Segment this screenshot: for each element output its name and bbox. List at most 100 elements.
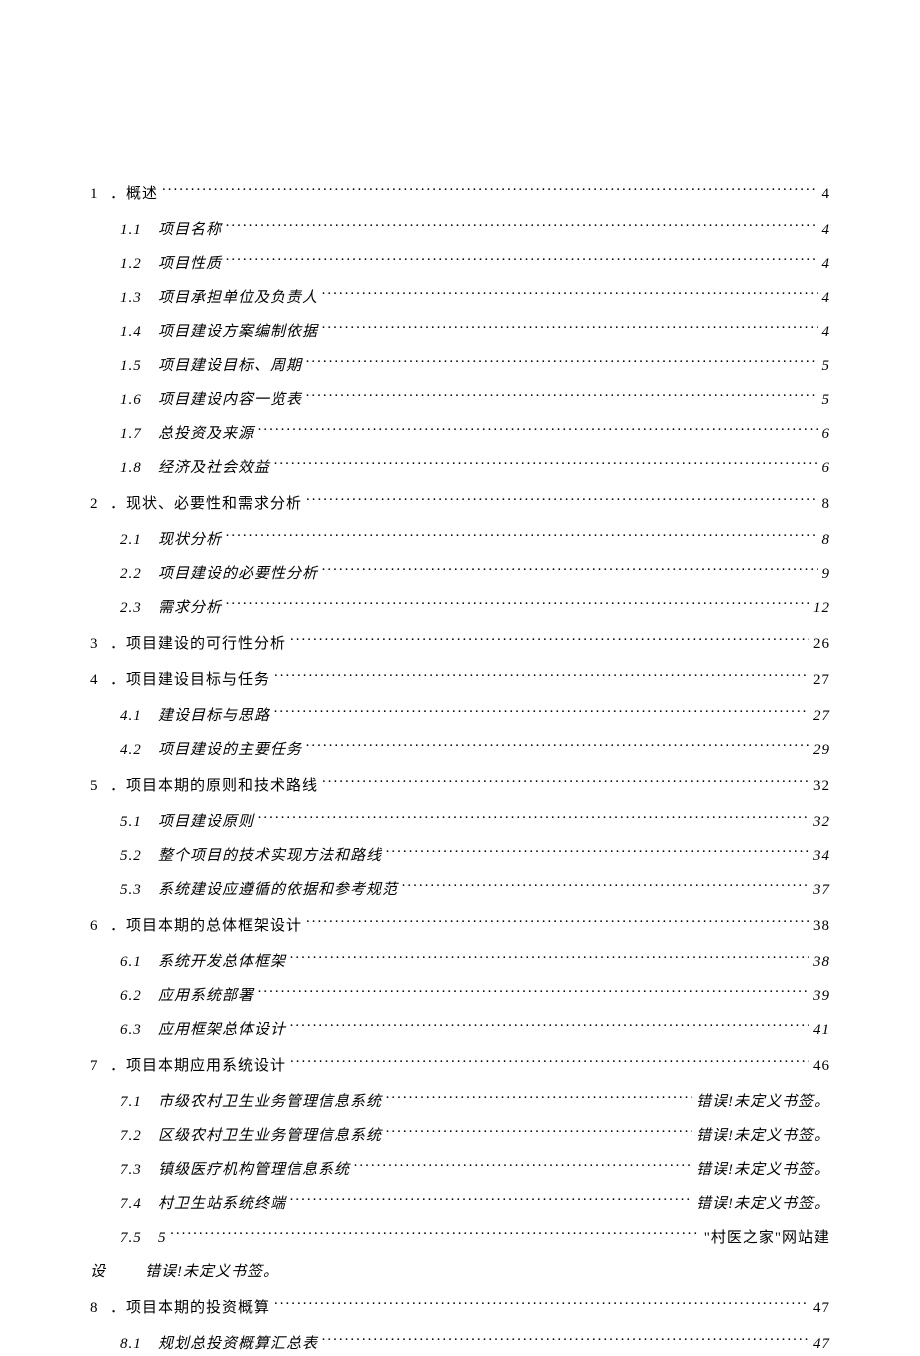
toc-leader bbox=[162, 183, 817, 198]
toc-page-error: 错误!未定义书签。 bbox=[696, 1090, 830, 1114]
toc-title: 区级农村卫生业务管理信息系统 bbox=[158, 1124, 382, 1148]
toc-title: ．项目本期的总体框架设计 bbox=[110, 914, 302, 938]
toc-title: ．项目建设的可行性分析 bbox=[110, 632, 286, 656]
toc-title: 项目性质 bbox=[158, 252, 222, 276]
toc-leader bbox=[322, 563, 817, 578]
toc-page: 4 bbox=[822, 218, 831, 242]
toc-title: 5 bbox=[158, 1226, 167, 1250]
toc-item-1-5[interactable]: 1.5 项目建设目标、周期 5 bbox=[90, 354, 830, 378]
toc-page: 37 bbox=[813, 878, 830, 902]
toc-title: 项目建设原则 bbox=[158, 810, 254, 834]
toc-num: 7.4 bbox=[120, 1192, 158, 1216]
toc-page: 46 bbox=[813, 1054, 830, 1078]
toc-leader bbox=[226, 253, 817, 268]
toc-num: 4.2 bbox=[120, 738, 158, 762]
toc-item-7-5-line1[interactable]: 7.5 5 "村医之家"网站建 bbox=[90, 1226, 830, 1250]
toc-leader bbox=[258, 423, 817, 438]
toc-item-1-7[interactable]: 1.7 总投资及来源 6 bbox=[90, 422, 830, 446]
toc-section-6[interactable]: 6 ．项目本期的总体框架设计 38 bbox=[90, 914, 830, 938]
toc-title: 项目建设内容一览表 bbox=[158, 388, 302, 412]
toc-leader bbox=[306, 915, 809, 930]
toc-item-6-2[interactable]: 6.2 应用系统部署 39 bbox=[90, 984, 830, 1008]
toc-item-6-3[interactable]: 6.3 应用框架总体设计 41 bbox=[90, 1018, 830, 1042]
toc-title: 应用框架总体设计 bbox=[158, 1018, 286, 1042]
toc-leader bbox=[306, 493, 817, 508]
toc-item-4-2[interactable]: 4.2 项目建设的主要任务 29 bbox=[90, 738, 830, 762]
toc-item-6-1[interactable]: 6.1 系统开发总体框架 38 bbox=[90, 950, 830, 974]
toc-item-1-4[interactable]: 1.4 项目建设方案编制依据 4 bbox=[90, 320, 830, 344]
toc-num: 7.5 bbox=[120, 1226, 158, 1250]
toc-num: 3 bbox=[90, 632, 110, 656]
toc-section-8[interactable]: 8 ．项目本期的投资概算 47 bbox=[90, 1296, 830, 1320]
toc-item-7-1[interactable]: 7.1 市级农村卫生业务管理信息系统 错误!未定义书签。 bbox=[90, 1090, 830, 1114]
toc-item-5-1[interactable]: 5.1 项目建设原则 32 bbox=[90, 810, 830, 834]
toc-item-7-2[interactable]: 7.2 区级农村卫生业务管理信息系统 错误!未定义书签。 bbox=[90, 1124, 830, 1148]
toc-title: 建设目标与思路 bbox=[158, 704, 270, 728]
toc-title: 项目建设方案编制依据 bbox=[158, 320, 318, 344]
table-of-contents: 1 ．概述 4 1.1 项目名称 4 1.2 项目性质 4 1.3 项目承担单位… bbox=[90, 182, 830, 1356]
toc-num: 2.2 bbox=[120, 562, 158, 586]
toc-leader bbox=[322, 321, 817, 336]
toc-item-2-3[interactable]: 2.3 需求分析 12 bbox=[90, 596, 830, 620]
toc-leader bbox=[354, 1159, 692, 1174]
toc-title: 项目建设的必要性分析 bbox=[158, 562, 318, 586]
toc-title: ．概述 bbox=[110, 182, 158, 206]
toc-section-1[interactable]: 1 ．概述 4 bbox=[90, 182, 830, 206]
toc-item-1-2[interactable]: 1.2 项目性质 4 bbox=[90, 252, 830, 276]
toc-section-7[interactable]: 7 ．项目本期应用系统设计 46 bbox=[90, 1054, 830, 1078]
toc-title: 现状分析 bbox=[158, 528, 222, 552]
toc-page: 32 bbox=[813, 774, 830, 798]
toc-item-2-2[interactable]: 2.2 项目建设的必要性分析 9 bbox=[90, 562, 830, 586]
toc-leader bbox=[226, 597, 809, 612]
toc-leader bbox=[274, 669, 809, 684]
toc-num: 5 bbox=[90, 774, 110, 798]
toc-item-7-4[interactable]: 7.4 村卫生站系统终端 错误!未定义书签。 bbox=[90, 1192, 830, 1216]
toc-item-7-5-line2[interactable]: 设 错误!未定义书签。 bbox=[90, 1260, 830, 1284]
toc-leader bbox=[290, 1055, 809, 1070]
toc-page: 27 bbox=[813, 668, 830, 692]
toc-item-1-1[interactable]: 1.1 项目名称 4 bbox=[90, 218, 830, 242]
toc-item-4-1[interactable]: 4.1 建设目标与思路 27 bbox=[90, 704, 830, 728]
toc-item-5-2[interactable]: 5.2 整个项目的技术实现方法和路线 34 bbox=[90, 844, 830, 868]
toc-page-error: 错误!未定义书签。 bbox=[696, 1192, 830, 1216]
toc-leader bbox=[322, 287, 817, 302]
toc-leader bbox=[290, 1019, 809, 1034]
toc-num: 8 bbox=[90, 1296, 110, 1320]
toc-item-8-1[interactable]: 8.1 规划总投资概算汇总表 47 bbox=[90, 1332, 830, 1356]
toc-page: 4 bbox=[822, 320, 831, 344]
toc-title: 规划总投资概算汇总表 bbox=[158, 1332, 318, 1356]
toc-leader bbox=[226, 219, 817, 234]
toc-section-3[interactable]: 3 ．项目建设的可行性分析 26 bbox=[90, 632, 830, 656]
toc-leader bbox=[290, 633, 809, 648]
toc-section-4[interactable]: 4 ．项目建设目标与任务 27 bbox=[90, 668, 830, 692]
toc-title: 系统开发总体框架 bbox=[158, 950, 286, 974]
toc-item-1-3[interactable]: 1.3 项目承担单位及负责人 4 bbox=[90, 286, 830, 310]
toc-leader bbox=[290, 951, 809, 966]
toc-page: 5 bbox=[822, 388, 831, 412]
toc-page: 34 bbox=[813, 844, 830, 868]
toc-num: 1.8 bbox=[120, 456, 158, 480]
toc-title: 市级农村卫生业务管理信息系统 bbox=[158, 1090, 382, 1114]
toc-item-7-3[interactable]: 7.3 镇级医疗机构管理信息系统 错误!未定义书签。 bbox=[90, 1158, 830, 1182]
toc-page: 38 bbox=[813, 950, 830, 974]
toc-num: 1.4 bbox=[120, 320, 158, 344]
toc-num: 1.7 bbox=[120, 422, 158, 446]
toc-item-5-3[interactable]: 5.3 系统建设应遵循的依据和参考规范 37 bbox=[90, 878, 830, 902]
toc-section-2[interactable]: 2 ．现状、必要性和需求分析 8 bbox=[90, 492, 830, 516]
toc-num: 7.2 bbox=[120, 1124, 158, 1148]
toc-item-1-6[interactable]: 1.6 项目建设内容一览表 5 bbox=[90, 388, 830, 412]
toc-page: 4 bbox=[822, 252, 831, 276]
toc-item-2-1[interactable]: 2.1 现状分析 8 bbox=[90, 528, 830, 552]
toc-leader bbox=[258, 985, 809, 1000]
toc-page: 6 bbox=[822, 422, 831, 446]
toc-num: 6.3 bbox=[120, 1018, 158, 1042]
toc-page-error: 错误!未定义书签。 bbox=[145, 1260, 279, 1284]
toc-page: 4 bbox=[822, 182, 831, 206]
toc-leader bbox=[386, 845, 809, 860]
toc-page: 6 bbox=[822, 456, 831, 480]
toc-item-1-8[interactable]: 1.8 经济及社会效益 6 bbox=[90, 456, 830, 480]
toc-section-5[interactable]: 5 ．项目本期的原则和技术路线 32 bbox=[90, 774, 830, 798]
toc-page: 5 bbox=[822, 354, 831, 378]
toc-page: 38 bbox=[813, 914, 830, 938]
toc-title-wrapped-right: "村医之家"网站建 bbox=[704, 1226, 830, 1250]
